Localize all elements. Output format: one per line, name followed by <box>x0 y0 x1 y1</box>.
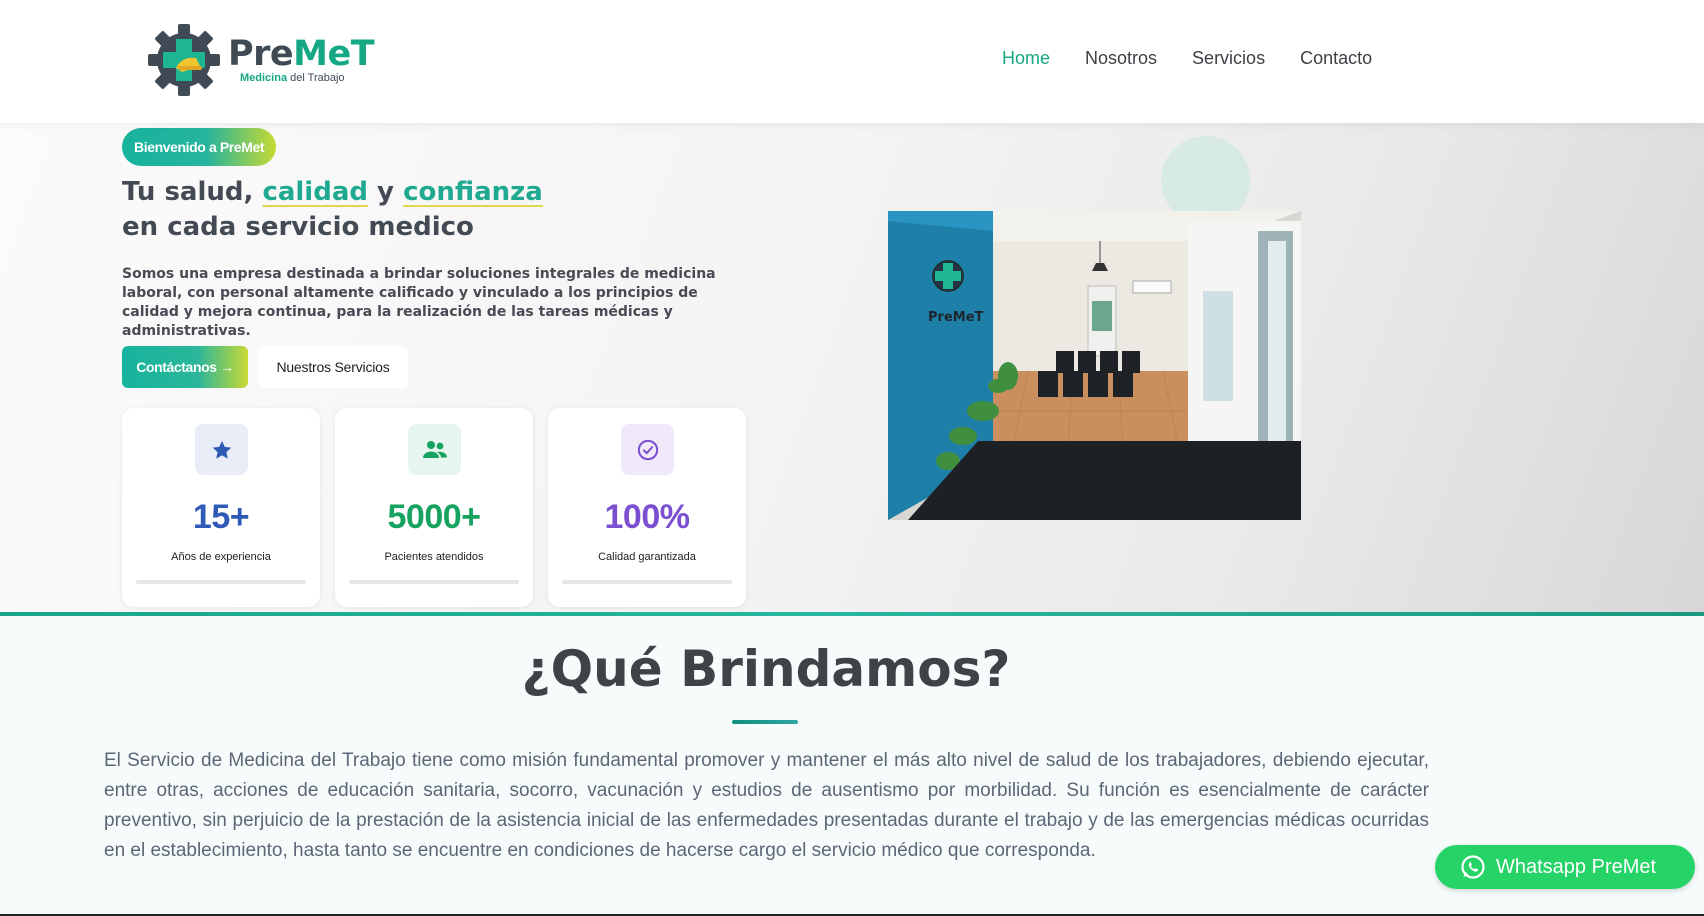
stat-bar <box>562 580 732 584</box>
welcome-badge: Bienvenido a PreMet <box>122 128 277 166</box>
hero-description: Somos una empresa destinada a brindar so… <box>122 266 716 339</box>
users-icon <box>408 424 461 475</box>
stat-card-patients: 5000+ Pacientes atendidos <box>335 408 533 607</box>
stat-value: 100% <box>604 498 690 536</box>
premet-logo[interactable]: PreMeT Medicina del Trabajo <box>146 22 375 98</box>
star-icon <box>195 424 248 475</box>
section-text: El Servicio de Medicina del Trabajo tien… <box>104 750 1429 861</box>
nav-nosotros[interactable]: Nosotros <box>1085 46 1157 70</box>
services-button[interactable]: Nuestros Servicios <box>258 346 408 388</box>
clinic-photo: PreMeT <box>888 211 1301 520</box>
gear-cross-logo-icon <box>148 24 220 96</box>
stat-label: Pacientes atendidos <box>384 551 484 563</box>
stat-label: Años de experiencia <box>171 551 271 563</box>
check-circle-icon <box>621 424 674 475</box>
hero-divider <box>0 612 1704 616</box>
stat-card-quality: 100% Calidad garantizada <box>548 408 746 607</box>
main-nav: Home Nosotros Servicios Contacto <box>1002 46 1372 70</box>
title-underline <box>732 720 798 724</box>
section-title: ¿Qué Brindamos? <box>521 640 1011 698</box>
logo-tagline: Medicina del Trabajo <box>240 72 345 84</box>
contact-button[interactable]: Contáctanos → <box>122 346 248 388</box>
whatsapp-icon <box>1461 855 1485 879</box>
whatsapp-button[interactable]: Whatsapp PreMet <box>1435 845 1695 889</box>
stat-value: 5000+ <box>387 498 482 536</box>
stat-bar <box>136 580 306 584</box>
stat-card-experience: 15+ Años de experiencia <box>122 408 320 607</box>
nav-contacto[interactable]: Contacto <box>1300 46 1372 70</box>
stat-label: Calidad garantizada <box>598 551 696 563</box>
stats-row: 15+ Años de experiencia 5000+ Pacientes … <box>122 408 746 607</box>
logo-wordmark: PreMeT <box>228 34 375 74</box>
nav-servicios[interactable]: Servicios <box>1192 46 1265 70</box>
site-header: PreMeT Medicina del Trabajo Home Nosotro… <box>0 0 1704 123</box>
stat-value: 15+ <box>192 498 250 536</box>
photo-sign-text: PreMeT <box>928 310 984 325</box>
stat-bar <box>349 580 519 584</box>
hero-title: Tu salud, calidad y confianza en cada se… <box>122 177 543 242</box>
whatsapp-label: Whatsapp PreMet <box>1496 855 1657 878</box>
nav-home[interactable]: Home <box>1002 46 1050 70</box>
hero-section: Bienvenido a PreMet Tu salud, calidad y … <box>0 123 1704 614</box>
